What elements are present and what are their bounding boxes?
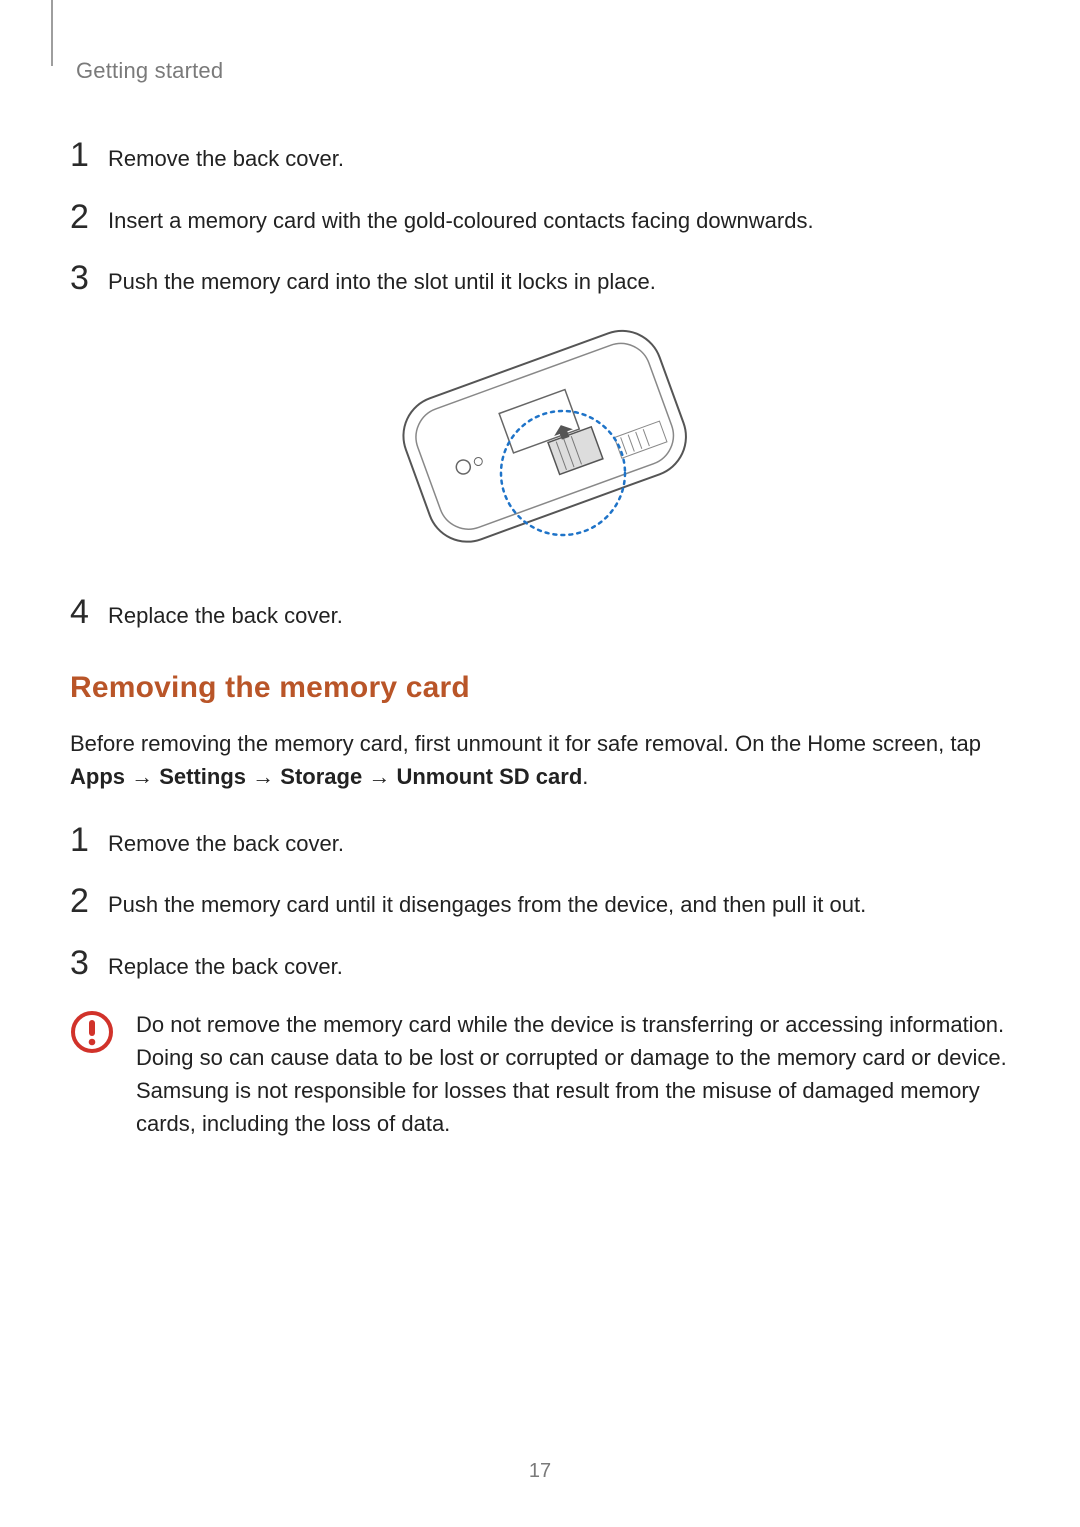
list-item: 2 Insert a memory card with the gold-col… [70,200,1010,236]
list-item: 3 Push the memory card into the slot unt… [70,261,1010,297]
step-text: Remove the back cover. [108,829,344,859]
nav-storage: Storage [280,764,362,789]
step-text: Replace the back cover. [108,601,343,631]
arrow-icon: → [252,764,274,789]
nav-unmount: Unmount SD card [396,764,582,789]
step-number: 3 [70,261,90,295]
step-number: 4 [70,595,90,629]
manual-page: Getting started 1 Remove the back cover.… [0,0,1080,1527]
period: . [582,764,588,789]
list-item: 1 Remove the back cover. [70,823,1010,859]
nav-settings: Settings [159,764,246,789]
page-content: 1 Remove the back cover. 2 Insert a memo… [70,84,1010,1140]
step-number: 2 [70,884,90,918]
insert-steps-list-continued: 4 Replace the back cover. [70,595,1010,631]
step-number: 1 [70,823,90,857]
section-heading-removing: Removing the memory card [70,671,1010,705]
list-item: 1 Remove the back cover. [70,138,1010,174]
remove-steps-list: 1 Remove the back cover. 2 Push the memo… [70,823,1010,982]
step-text: Push the memory card into the slot until… [108,267,656,297]
list-item: 2 Push the memory card until it disengag… [70,884,1010,920]
arrow-icon: → [368,764,390,789]
step-text: Replace the back cover. [108,952,343,982]
header-rule [51,0,53,66]
memory-card-insert-illustration [350,323,730,553]
intro-text: Before removing the memory card, first u… [70,731,981,756]
step-text: Remove the back cover. [108,144,344,174]
insert-steps-list: 1 Remove the back cover. 2 Insert a memo… [70,138,1010,297]
phone-back-svg [350,323,730,553]
caution-text: Do not remove the memory card while the … [136,1008,1010,1140]
chapter-title: Getting started [76,30,1010,84]
step-number: 3 [70,946,90,980]
page-number: 17 [0,1460,1080,1483]
caution-callout: Do not remove the memory card while the … [70,1008,1010,1140]
arrow-icon: → [131,764,153,789]
caution-icon [70,1010,114,1054]
step-text: Insert a memory card with the gold-colou… [108,206,814,236]
list-item: 4 Replace the back cover. [70,595,1010,631]
intro-paragraph: Before removing the memory card, first u… [70,727,1010,793]
step-number: 2 [70,200,90,234]
nav-apps: Apps [70,764,125,789]
step-text: Push the memory card until it disengages… [108,890,866,920]
step-number: 1 [70,138,90,172]
list-item: 3 Replace the back cover. [70,946,1010,982]
